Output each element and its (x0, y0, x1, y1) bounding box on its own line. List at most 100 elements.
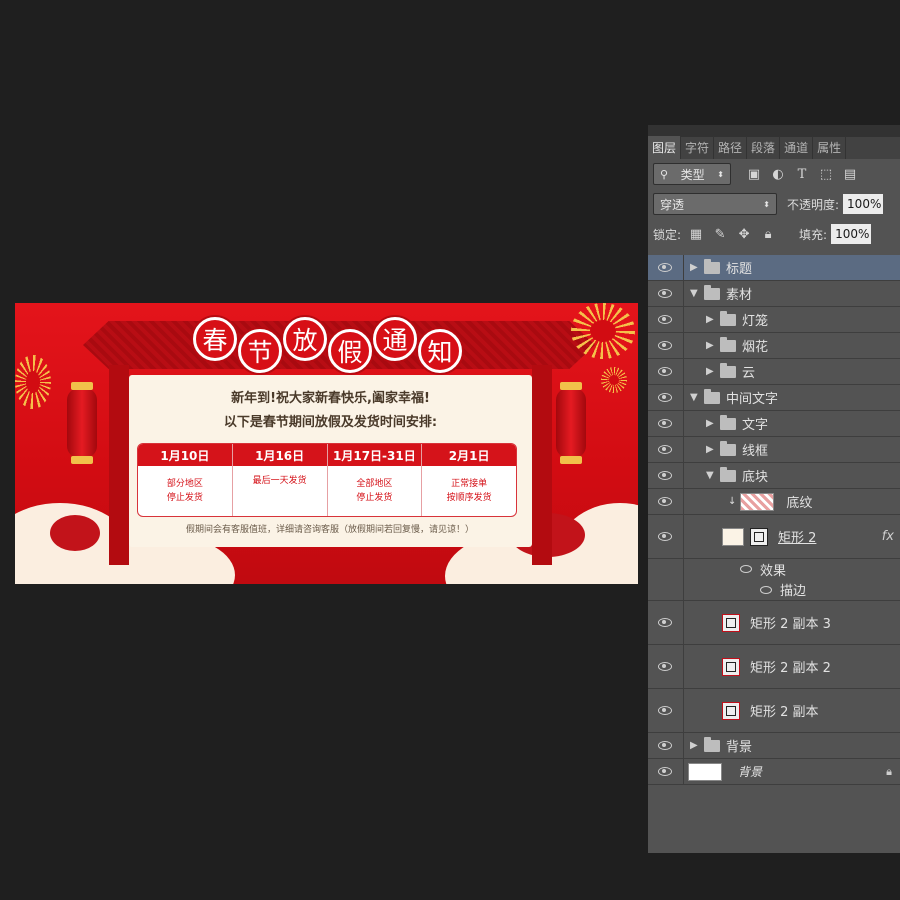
layer-row[interactable]: 背景 🔒︎ (648, 759, 900, 785)
tab-character[interactable]: 字符 (681, 136, 715, 159)
layer-name: 素材 (726, 288, 753, 303)
opacity-input[interactable]: 100% (843, 194, 884, 214)
visibility-eye-icon[interactable] (658, 341, 672, 350)
expanded-arrow-icon[interactable]: ▼ (690, 288, 700, 299)
layer-row[interactable]: ↓ 底纹 (648, 489, 900, 515)
layer-row[interactable]: ▼ 中间文字 (648, 385, 900, 411)
shape-layer-icon (722, 701, 740, 720)
blend-row: 穿透 ⬍ 不透明度: 100% (648, 189, 900, 219)
lantern-left (67, 382, 97, 464)
effect-visibility-icon[interactable] (740, 565, 752, 573)
visibility-eye-icon[interactable] (658, 367, 672, 376)
red-cloud-decoration (50, 515, 100, 551)
shape-thumbnail (722, 527, 744, 546)
layer-name: 文字 (742, 418, 769, 433)
visibility-eye-icon[interactable] (658, 289, 672, 298)
visibility-eye-icon[interactable] (658, 497, 672, 506)
visibility-eye-icon[interactable] (658, 706, 672, 715)
layer-row[interactable]: ▶ 线框 (648, 437, 900, 463)
layer-row[interactable]: ▶ 标题 (648, 255, 900, 281)
visibility-eye-icon[interactable] (658, 741, 672, 750)
tab-channels[interactable]: 通道 (780, 136, 814, 159)
schedule-column: 1月16日 最后一天发货 (232, 444, 328, 516)
panel-tabs: 图层 字符 路径 段落 通道 属性 (648, 136, 900, 159)
collapsed-arrow-icon[interactable]: ▶ (690, 740, 700, 751)
layer-row[interactable]: ▼ 素材 (648, 281, 900, 307)
visibility-eye-icon[interactable] (658, 767, 672, 776)
blend-mode-select[interactable]: 穿透 ⬍ (653, 193, 777, 215)
fx-icon[interactable]: fx (882, 529, 894, 544)
layer-row[interactable]: ▶ 云 (648, 359, 900, 385)
firework-decoration (571, 303, 635, 359)
filter-row: ⚲ 类型 ⬍ ▣ ◐ T ⬚ ▤ (648, 159, 900, 189)
layer-row[interactable]: 矩形 2 副本 3 (648, 601, 900, 645)
folder-icon (704, 258, 720, 274)
frame-pillar-right (532, 365, 552, 565)
collapsed-arrow-icon[interactable]: ▶ (690, 262, 700, 273)
folder-icon (704, 736, 720, 752)
layer-name: 矩形 2 副本 2 (750, 661, 831, 676)
filter-kind-label: 类型 (680, 167, 705, 182)
collapsed-arrow-icon[interactable]: ▶ (706, 314, 716, 325)
title-char: 春 (193, 317, 237, 361)
layer-row[interactable]: ▶ 背景 (648, 733, 900, 759)
shape-layer-icon (722, 613, 740, 632)
tab-paths[interactable]: 路径 (714, 136, 748, 159)
effect-row[interactable]: 效果 (648, 559, 900, 579)
visibility-eye-icon[interactable] (658, 393, 672, 402)
tab-layers[interactable]: 图层 (648, 136, 682, 159)
layer-name: 灯笼 (742, 314, 769, 329)
visibility-eye-icon[interactable] (658, 662, 672, 671)
visibility-eye-icon[interactable] (658, 618, 672, 627)
visibility-eye-icon[interactable] (658, 315, 672, 324)
visibility-eye-icon[interactable] (658, 419, 672, 428)
greeting-line: 新年到!祝大家新春快乐,阖家幸福! (231, 391, 430, 406)
visibility-eye-icon[interactable] (658, 445, 672, 454)
folder-icon (720, 336, 736, 352)
smart-object-filter-icon[interactable]: ▤ (841, 165, 859, 183)
layer-row[interactable]: ▶ 灯笼 (648, 307, 900, 333)
effect-row[interactable]: 描边 (648, 579, 900, 601)
schedule-text: 停止发货 (166, 493, 203, 503)
layer-row[interactable]: 矩形 2 副本 2 (648, 645, 900, 689)
layer-name: 烟花 (742, 340, 769, 355)
schedule-table: 1月10日 部分地区 停止发货 1月16日 最后一天发货 1月17日-31日 全… (137, 443, 517, 517)
collapsed-arrow-icon[interactable]: ▶ (706, 340, 716, 351)
shape-filter-icon[interactable]: ⬚ (817, 165, 835, 183)
adjustment-filter-icon[interactable]: ◐ (769, 165, 787, 183)
visibility-eye-icon[interactable] (658, 471, 672, 480)
filter-kind-select[interactable]: ⚲ 类型 ⬍ (653, 163, 731, 185)
collapsed-arrow-icon[interactable]: ▶ (706, 366, 716, 377)
chevron-updown-icon: ⬍ (717, 169, 724, 179)
effect-visibility-icon[interactable] (760, 585, 772, 594)
layer-row[interactable]: ▶ 文字 (648, 411, 900, 437)
visibility-eye-icon[interactable] (658, 263, 672, 272)
image-filter-icon[interactable]: ▣ (745, 165, 763, 183)
schedule-date: 2月1日 (422, 444, 516, 466)
lock-position-icon[interactable]: ✥ (735, 225, 753, 243)
layer-row[interactable]: ▶ 烟花 (648, 333, 900, 359)
title-char: 放 (283, 317, 327, 361)
text-filter-icon[interactable]: T (793, 165, 811, 183)
collapsed-arrow-icon[interactable]: ▶ (706, 444, 716, 455)
layer-name: 标题 (726, 262, 753, 277)
fill-label: 填充: (799, 227, 828, 242)
tab-properties[interactable]: 属性 (813, 136, 847, 159)
canvas-banner[interactable]: 春 节 放 假 通 知 新年到!祝大家新春快乐,阖家幸福! 以下是春节期间放假及… (15, 303, 638, 584)
lock-all-icon[interactable]: 🔒︎ (759, 225, 777, 243)
fill-input[interactable]: 100% (831, 224, 872, 244)
layer-row[interactable]: 矩形 2 fx (648, 515, 900, 559)
lock-image-icon[interactable]: ✎ (711, 225, 729, 243)
layer-row[interactable]: ▼ 底块 (648, 463, 900, 489)
schedule-column: 1月17日-31日 全部地区 停止发货 (327, 444, 423, 516)
schedule-text: 正常接单 (451, 479, 488, 489)
layer-row[interactable]: 矩形 2 副本 (648, 689, 900, 733)
intro-line: 以下是春节期间放假及发货时间安排: (223, 415, 438, 430)
tab-paragraph[interactable]: 段落 (747, 136, 781, 159)
expanded-arrow-icon[interactable]: ▼ (706, 470, 716, 481)
collapsed-arrow-icon[interactable]: ▶ (706, 418, 716, 429)
lock-transparency-icon[interactable]: ▦ (687, 225, 705, 243)
visibility-eye-icon[interactable] (658, 532, 672, 541)
expanded-arrow-icon[interactable]: ▼ (690, 392, 700, 403)
title-char: 节 (238, 329, 282, 373)
